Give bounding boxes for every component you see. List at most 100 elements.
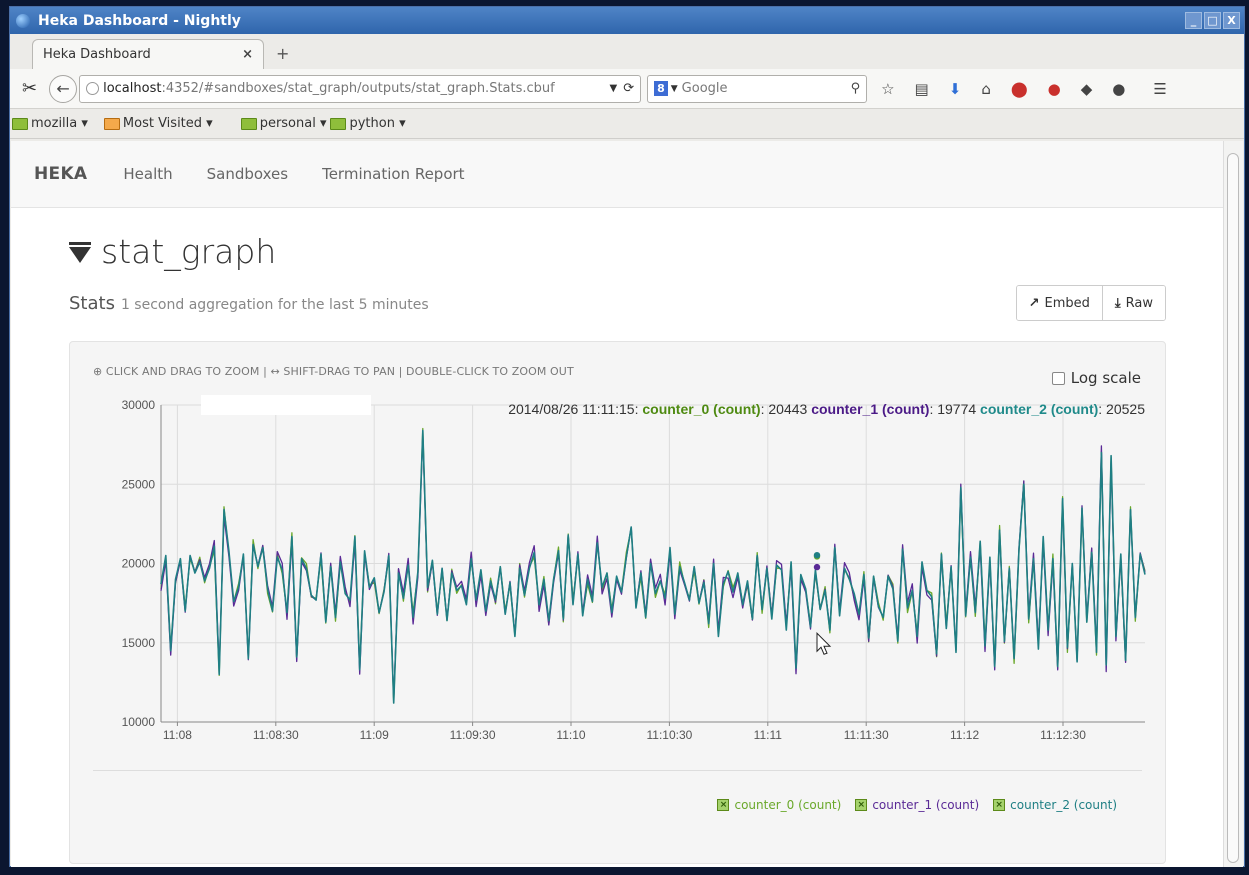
download-icon[interactable]: ⬇ [949,80,962,98]
x-tick-label: 11:08:30 [253,728,299,742]
maximize-button[interactable]: □ [1204,12,1221,29]
log-scale-toggle[interactable]: Log scale [1051,369,1141,387]
pocket-icon[interactable]: ◆ [1081,80,1093,98]
bookmarks-toolbar: mozilla ▾ Most Visited ▾ personal ▾ pyth… [10,109,1244,139]
legend-label: counter_1 (count) [872,798,980,812]
x-tick-label: 11:12:30 [1040,728,1086,742]
hover-series-name: counter_0 (count) [642,401,760,417]
y-tick-label: 30000 [122,398,156,412]
minimize-button[interactable]: _ [1185,12,1202,29]
bookmark-label: personal ▾ [259,116,327,131]
chart-zoom-hint: ⊕ CLICK AND DRAG TO ZOOM | ↔ SHIFT-DRAG … [93,365,574,378]
download-icon: ⤓ [1114,295,1121,311]
addon-icon[interactable]: ● [1048,80,1061,98]
bookmark-mozilla[interactable]: mozilla ▾ [12,116,88,131]
nav-health[interactable]: Health [123,165,172,183]
back-button[interactable]: ← [49,74,78,103]
stats-chart[interactable]: 10000 15000 20000 25000 30000 11:08 11:08:30 11… [70,342,1175,762]
x-tick-label: 11:12 [950,728,979,742]
legend-item[interactable]: × counter_1 (count) [855,798,979,812]
legend-item[interactable]: × counter_0 (count) [717,798,841,812]
scissors-icon[interactable]: ✂ [22,78,37,99]
x-tick-label: 11:11 [754,728,783,742]
legend-label: counter_2 (count) [1010,798,1117,812]
y-tick-label: 15000 [122,636,156,650]
x-tick-label: 11:10:30 [646,728,692,742]
globe-icon [16,13,30,28]
navigation-toolbar: ✂ ← localhost :4352/#sandboxes/stat_grap… [10,69,1244,109]
bookmark-star-icon[interactable]: ☆ [881,80,894,98]
section-header: Stats 1 second aggregation for the last … [69,285,1166,321]
section-title: Stats [69,292,115,314]
hover-series-name: counter_2 (count) [980,401,1098,417]
x-tick-label: 11:10 [556,728,585,742]
series-line-1 [160,434,1146,701]
address-bar[interactable]: localhost :4352/#sandboxes/stat_graph/ou… [79,74,642,103]
raw-button[interactable]: ⤓ Raw [1101,286,1165,320]
scrollbar-thumb[interactable] [1227,153,1239,863]
legend-checkbox-icon[interactable]: × [717,799,730,811]
close-window-button[interactable]: X [1223,12,1240,29]
window-title: Heka Dashboard - Nightly [38,12,241,29]
zoom-in-icon: ⊕ [93,365,106,378]
page-content: stat_graph Stats 1 second aggregation fo… [11,208,1224,864]
legend-item[interactable]: × counter_2 (count) [993,798,1117,812]
page-scrollbar[interactable] [1223,141,1243,867]
app-navbar: HEKA Health Sandboxes Termination Report [11,141,1224,208]
most-visited-icon [103,117,120,130]
url-dropdown-icon[interactable]: ▼ [609,83,617,94]
toolbar-icons: ☆ ▤ ⬇ ⌂ ⬤ ● ◆ ● ☰ [881,80,1167,98]
search-engine-icon[interactable]: 8 [654,81,668,96]
hint-text: CLICK AND DRAG TO ZOOM | ↔ SHIFT-DRAG TO… [105,365,574,378]
reload-icon[interactable]: ⟳ [623,81,634,96]
bookmark-label: python ▾ [349,116,406,131]
log-scale-label: Log scale [1070,369,1141,387]
legend-checkbox-icon[interactable]: × [855,799,868,811]
home-icon[interactable]: ⌂ [981,80,991,98]
brand-logo[interactable]: HEKA [34,164,87,184]
embed-button[interactable]: ↗ Embed [1016,286,1102,320]
menu-icon[interactable]: ☰ [1153,80,1166,98]
search-engine-dropdown-icon[interactable]: ▼ [671,84,678,94]
bookmark-personal[interactable]: personal ▾ [240,116,327,131]
reading-list-icon[interactable]: ▤ [915,80,929,98]
nav-sandboxes[interactable]: Sandboxes [207,165,288,183]
log-scale-checkbox[interactable] [1051,371,1065,385]
filter-icon [69,241,91,263]
adblock-icon[interactable]: ⬤ [1011,80,1028,98]
y-tick-label: 10000 [122,715,156,729]
new-tab-button[interactable]: + [276,44,289,63]
window-titlebar[interactable]: Heka Dashboard - Nightly _ □ X [10,7,1244,34]
search-icon[interactable]: ⚲ [851,81,861,96]
bookmark-label: Most Visited ▾ [122,116,213,131]
folder-icon [330,117,347,130]
x-tick-label: 11:09:30 [450,728,496,742]
hover-series-name: counter_1 (count) [811,401,929,417]
section-subtitle: 1 second aggregation for the last 5 minu… [120,296,429,313]
tab-heka-dashboard[interactable]: Heka Dashboard × [32,39,264,69]
bookmark-label: mozilla ▾ [31,116,88,131]
search-bar[interactable]: 8 ▼ Google ⚲ [647,74,868,103]
bookmark-most-visited[interactable]: Most Visited ▾ [103,116,213,131]
tab-close-icon[interactable]: × [242,47,253,62]
legend-checkbox-icon[interactable]: × [993,799,1006,811]
bookmark-python[interactable]: python ▾ [330,116,406,131]
mouse-cursor-icon [816,632,832,655]
embed-label: Embed [1044,295,1090,311]
readout-mask [201,395,371,415]
x-tick-label: 11:11:30 [844,728,889,742]
x-tick-label: 11:08 [163,728,192,742]
legend-divider [93,770,1142,771]
chat-icon[interactable]: ● [1112,80,1125,98]
hover-series-value: : 20525 [1098,401,1145,417]
site-info-icon[interactable] [86,82,100,95]
nav-termination-report[interactable]: Termination Report [322,165,464,183]
page-title: stat_graph [69,232,1166,271]
page-title-text: stat_graph [101,232,277,271]
url-host: localhost [103,81,162,96]
hover-point-2 [813,551,821,559]
folder-icon [12,117,28,130]
browser-window: Heka Dashboard - Nightly _ □ X Heka Dash… [9,6,1245,867]
url-path: :4352/#sandboxes/stat_graph/outputs/stat… [161,81,555,96]
series-line-0 [160,427,1146,704]
